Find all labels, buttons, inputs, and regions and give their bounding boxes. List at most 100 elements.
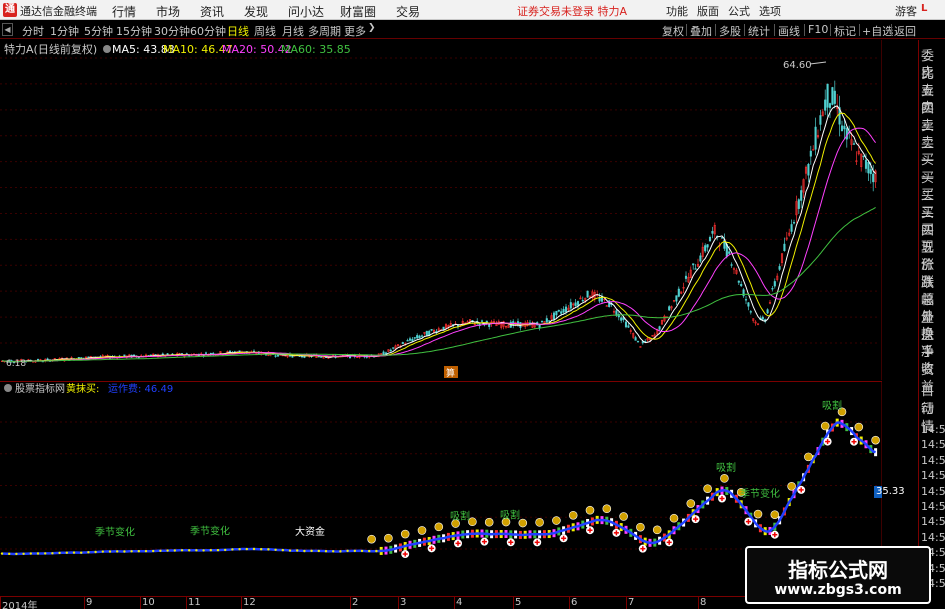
btn-tongji[interactable]: 统计	[748, 23, 770, 39]
candle-body	[704, 245, 707, 252]
login-status[interactable]: 证券交易未登录 特力A	[517, 3, 627, 19]
money-bag-icon	[770, 510, 780, 519]
btn-huaxian[interactable]: 画线	[778, 23, 800, 39]
candle-body	[408, 338, 412, 341]
candle-body	[420, 335, 424, 337]
tick-time: 14:56	[921, 453, 945, 467]
tab-monthly[interactable]: 月线	[282, 23, 304, 39]
moving-averages	[1, 105, 876, 363]
candle-body	[274, 355, 277, 357]
more-chevron-icon[interactable]: ❯	[368, 23, 376, 33]
candle-body	[675, 295, 678, 302]
ma20-line	[1, 127, 876, 363]
candle-body	[564, 306, 568, 312]
indicator-dot	[274, 548, 277, 551]
candle-body	[46, 358, 49, 360]
menu-gongneng[interactable]: 功能	[666, 3, 688, 19]
btn-fuquan[interactable]: 复权	[662, 23, 684, 39]
date-tick: 7	[628, 597, 635, 608]
indicator-gear-icon[interactable]	[4, 384, 12, 392]
guest-user[interactable]: 游客	[895, 3, 917, 19]
period-toolbar: ◀ 分时 1分钟 5分钟 15分钟 30分钟 60分钟 日线 周线 月线 多周期…	[0, 21, 945, 39]
candle-body	[576, 301, 580, 306]
menu-shichang[interactable]: 市场	[156, 3, 180, 20]
signal-annotation: 季节变化	[95, 526, 135, 539]
tab-1min[interactable]: 1分钟	[50, 23, 79, 39]
money-bag-icon	[804, 452, 813, 462]
candle-body	[658, 326, 661, 330]
candle-body	[845, 128, 848, 140]
kline-svg: 65.0060.0055.0050.0045.0040.0035.0030.00…	[0, 40, 882, 380]
date-tick: 9	[86, 597, 93, 608]
indicator-dot	[116, 550, 119, 553]
candle-body	[668, 306, 671, 311]
menu-jiaoyi[interactable]: 交易	[396, 3, 420, 20]
tab-weekly[interactable]: 周线	[254, 23, 276, 39]
divider	[686, 24, 687, 36]
ma5-line	[1, 105, 876, 363]
tab-60min[interactable]: 60分钟	[190, 23, 226, 39]
tab-more[interactable]: 更多	[344, 23, 366, 39]
menu-xuanxiang[interactable]: 选项	[759, 3, 781, 19]
indicator-dot	[51, 552, 54, 555]
tab-daily[interactable]: 日线	[227, 23, 249, 39]
indicator-dot	[87, 551, 90, 554]
divider	[891, 24, 892, 36]
date-tick-mark	[350, 597, 351, 609]
scroll-left-icon[interactable]: ◀	[2, 23, 13, 36]
menu-gongshi[interactable]: 公式	[728, 3, 750, 19]
current-value: 35.33	[876, 486, 905, 497]
indicator-dot	[281, 548, 284, 552]
candle-body	[720, 237, 724, 239]
btn-duogu[interactable]: 多股	[719, 23, 741, 39]
tab-30min[interactable]: 30分钟	[154, 23, 190, 39]
menu-wenxiaoda[interactable]: 问小达	[288, 3, 324, 20]
divider	[774, 24, 775, 36]
divider	[744, 24, 745, 36]
btn-diejia[interactable]: 叠加	[690, 23, 712, 39]
menu-hangqing[interactable]: 行情	[112, 3, 136, 20]
money-bag-icon	[484, 517, 494, 527]
tab-15min[interactable]: 15分钟	[116, 23, 152, 39]
kline-chart[interactable]: 65.0060.0055.0050.0045.0040.0035.0030.00…	[0, 40, 882, 380]
btn-add-watchlist[interactable]: +自选	[862, 23, 893, 39]
indicator-dot	[188, 549, 191, 552]
btn-back[interactable]: 返回	[894, 23, 916, 39]
money-bag-icon	[787, 482, 796, 491]
candle-body	[627, 325, 630, 328]
btn-biaoji[interactable]: 标记	[834, 23, 856, 39]
tick-time: 14:56	[921, 469, 945, 483]
indicator-dot	[317, 549, 320, 553]
money-bag-icon	[686, 499, 696, 508]
menu-banmian[interactable]: 版面	[697, 3, 719, 19]
menu-faxian[interactable]: 发现	[244, 3, 268, 20]
candle-body	[833, 90, 836, 104]
date-tick: 5	[515, 597, 522, 608]
menu-caifuquan[interactable]: 财富圈	[340, 3, 376, 20]
tab-multi-period[interactable]: 多周期	[308, 23, 341, 39]
indicator-dot	[360, 549, 364, 553]
indicator-dot	[29, 552, 32, 555]
btn-f10[interactable]: F10	[808, 23, 828, 36]
watermark-title: 指标公式网	[788, 558, 888, 582]
indicator-dot	[94, 550, 97, 554]
candle-body	[406, 340, 409, 342]
indicator-buy-label: 黄抹买:	[66, 382, 99, 395]
settings-gear-icon[interactable]	[103, 45, 111, 53]
money-bag-icon	[434, 522, 444, 532]
tab-5min[interactable]: 5分钟	[84, 23, 113, 39]
money-bag-icon	[602, 504, 612, 514]
signal-annotation: 季节变化	[740, 487, 780, 500]
candle-body	[677, 288, 680, 297]
candle-body	[540, 320, 544, 323]
date-tick: 12	[243, 597, 256, 608]
candle-body	[555, 310, 558, 316]
money-bag-icon	[669, 513, 679, 523]
menu-zixun[interactable]: 资讯	[200, 3, 224, 20]
tab-fenshi[interactable]: 分时	[22, 23, 44, 39]
signal-annotation: 季节变化	[190, 524, 230, 537]
candle-body	[742, 289, 745, 297]
indicator-dot	[166, 549, 169, 552]
candle-body	[773, 281, 776, 287]
panel-corner-l[interactable]: L	[921, 3, 927, 14]
